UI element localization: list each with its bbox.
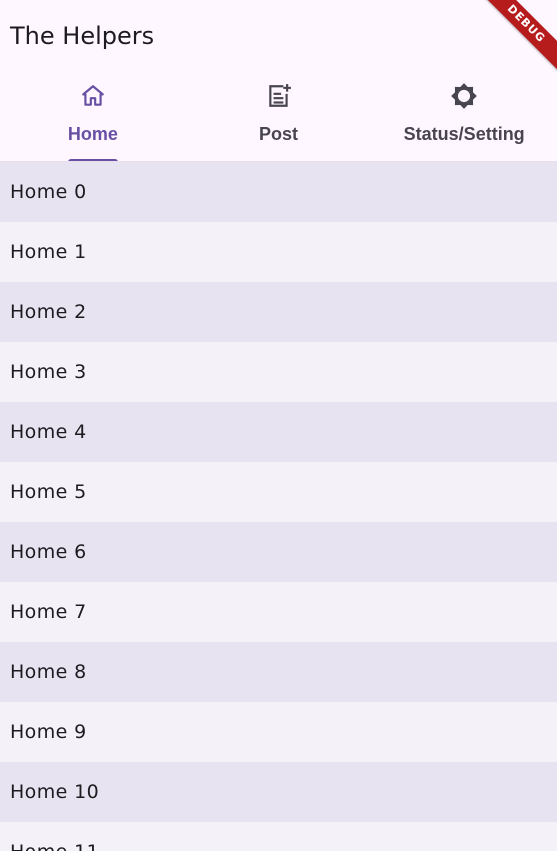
home-list[interactable]: Home 0 Home 1 Home 2 Home 3 Home 4 Home 5 Home… — [0, 162, 557, 851]
list-item[interactable]: Home 0 — [0, 162, 557, 222]
list-item[interactable]: Home 8 — [0, 642, 557, 702]
list-item[interactable]: Home 2 — [0, 282, 557, 342]
tab-post[interactable]: Post — [186, 72, 372, 162]
post-add-icon — [265, 82, 293, 110]
tab-status-setting[interactable]: Status/Setting — [371, 72, 557, 162]
app-title: The Helpers — [10, 22, 155, 50]
tab-label-status-setting: Status/Setting — [403, 124, 525, 144]
debug-banner: DEBUG — [472, 0, 557, 78]
app-root: The Helpers DEBUG Home Post Status/Setti… — [0, 0, 557, 851]
app-bar: The Helpers DEBUG — [0, 0, 557, 78]
list-item[interactable]: Home 10 — [0, 762, 557, 822]
list-item[interactable]: Home 5 — [0, 462, 557, 522]
list-item[interactable]: Home 1 — [0, 222, 557, 282]
tab-home[interactable]: Home — [0, 72, 186, 162]
home-icon — [79, 82, 107, 110]
list-item[interactable]: Home 4 — [0, 402, 557, 462]
list-item[interactable]: Home 6 — [0, 522, 557, 582]
list-item[interactable]: Home 3 — [0, 342, 557, 402]
list-item[interactable]: Home 7 — [0, 582, 557, 642]
list-item[interactable]: Home 11 — [0, 822, 557, 851]
tab-bar: Home Post Status/Setting — [0, 72, 557, 162]
brightness-icon — [450, 82, 478, 110]
list-item[interactable]: Home 9 — [0, 702, 557, 762]
tab-label-post: Post — [259, 124, 299, 144]
tab-label-home: Home — [67, 124, 118, 144]
